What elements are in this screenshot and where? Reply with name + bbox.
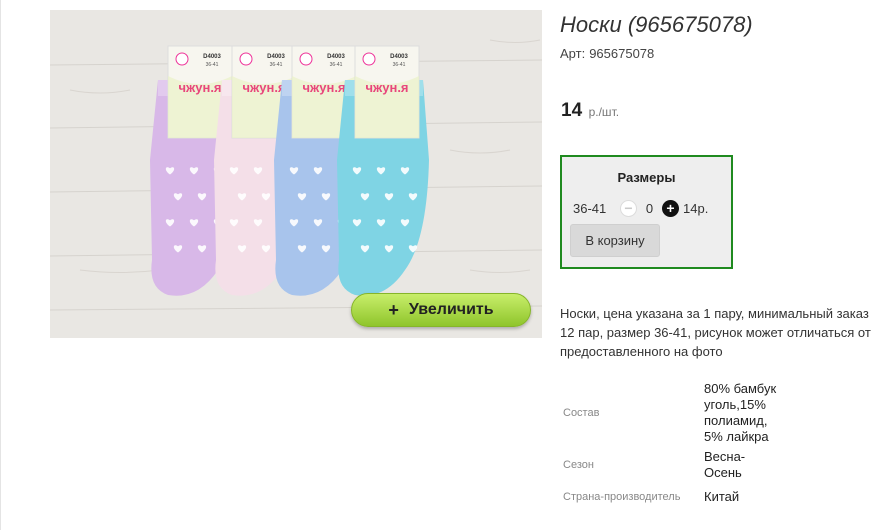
svg-text:чжун.я: чжун.я — [178, 80, 221, 95]
svg-text:чжун.я: чжун.я — [242, 80, 285, 95]
property-value: 80% бамбук уголь,15% полиамид, 5% лайкра — [704, 381, 777, 444]
product-price: 14 р./шт. — [561, 100, 619, 122]
price-amount: 14 — [561, 100, 583, 121]
product-photo[interactable]: D4003 36-41 чжун.я D4003 36-41 чжун.я D4003 36-… — [50, 10, 542, 338]
property-row: Состав 80% бамбук уголь,15% полиамид, 5%… — [560, 380, 860, 446]
sizes-title: Размеры — [617, 170, 676, 185]
minus-circle-icon[interactable]: − — [620, 199, 637, 217]
svg-text:D4003: D4003 — [267, 54, 285, 60]
property-row: Страна-производитель Китай — [560, 483, 860, 511]
svg-text:D4003: D4003 — [203, 54, 221, 60]
article-label: Арт: — [560, 46, 586, 61]
property-row: Сезон Весна- Осень — [560, 446, 860, 483]
svg-text:D4003: D4003 — [327, 54, 345, 60]
article-number: Арт: 965675078 — [560, 46, 654, 61]
svg-text:36-41: 36-41 — [393, 62, 406, 68]
property-label: Страна-производитель — [563, 491, 681, 503]
size-label: 36-41 — [573, 200, 607, 216]
property-value: Китай — [704, 489, 740, 504]
property-label: Состав — [563, 407, 600, 419]
price-unit: р./шт. — [588, 105, 620, 119]
property-label: Сезон — [563, 458, 594, 471]
article-value: 965675078 — [589, 46, 655, 61]
add-to-cart-button[interactable]: В корзину — [570, 224, 660, 257]
svg-text:D4003: D4003 — [390, 54, 408, 60]
property-value: Весна- Осень — [704, 448, 746, 480]
plus-icon: + — [388, 299, 399, 320]
properties-table: Состав 80% бамбук уголь,15% полиамид, 5%… — [560, 380, 860, 511]
product-title: Носки (965675078) — [560, 12, 753, 37]
product-photo-image: D4003 36-41 чжун.я D4003 36-41 чжун.я D4003 36-… — [50, 10, 542, 338]
zoom-button[interactable]: + Увеличить — [351, 293, 531, 327]
svg-text:36-41: 36-41 — [330, 62, 343, 68]
svg-text:36-41: 36-41 — [270, 62, 283, 68]
size-row: 36-41 − 0 + 14р. — [573, 199, 708, 217]
zoom-button-label: Увеличить — [408, 301, 494, 318]
plus-circle-icon[interactable]: + — [662, 199, 679, 217]
product-description: Носки, цена указана за 1 пару, минимальн… — [560, 306, 871, 359]
svg-text:чжун.я: чжун.я — [365, 80, 408, 95]
left-divider — [0, 0, 1, 530]
sizes-panel: Размеры 36-41 − 0 + 14р. В корзину — [560, 155, 733, 269]
quantity-value[interactable]: 0 — [637, 201, 662, 216]
svg-text:чжун.я: чжун.я — [302, 80, 345, 95]
size-price: 14р. — [683, 200, 709, 216]
svg-text:36-41: 36-41 — [206, 62, 219, 68]
